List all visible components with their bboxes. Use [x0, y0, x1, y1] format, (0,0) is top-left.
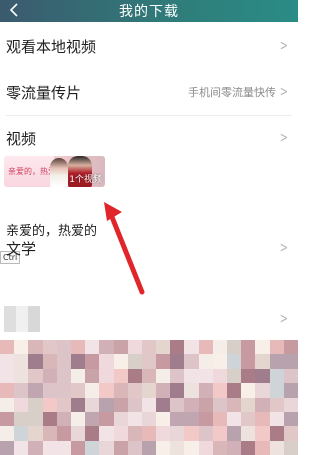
row-video[interactable]: 视频 > — [0, 116, 298, 160]
row-local-video[interactable]: 观看本地视频 > — [0, 24, 298, 68]
row-label: 观看本地视频 — [6, 37, 97, 56]
chevron-right-icon: > — [280, 240, 289, 256]
chevron-right-icon: > — [280, 311, 289, 327]
chevron-right-icon: > — [280, 130, 289, 146]
row-blurred[interactable]: > — [0, 297, 298, 341]
chevron-right-icon: > — [280, 38, 289, 54]
chevron-right-icon: > — [280, 84, 289, 100]
row-zero-traffic[interactable]: 零流量传片 手机间零流量快传 > — [0, 70, 298, 114]
top-bar: 我的下载 — [0, 0, 298, 22]
video-thumbnail[interactable]: 亲爱的，热爱的 1个视频 — [4, 156, 105, 187]
video-count-badge: 1个视频 — [69, 175, 102, 185]
thumbnail-figure — [50, 158, 68, 187]
row-literature[interactable]: 文学 > — [0, 226, 298, 270]
row-subtitle: 手机间零流量快传 — [188, 86, 276, 99]
row-label: 零流量传片 — [6, 83, 82, 102]
blurred-content-mosaic — [0, 340, 298, 455]
page-title: 我的下载 — [119, 4, 179, 20]
row-label: 文学 — [6, 239, 37, 258]
row-label: 视频 — [6, 129, 37, 148]
